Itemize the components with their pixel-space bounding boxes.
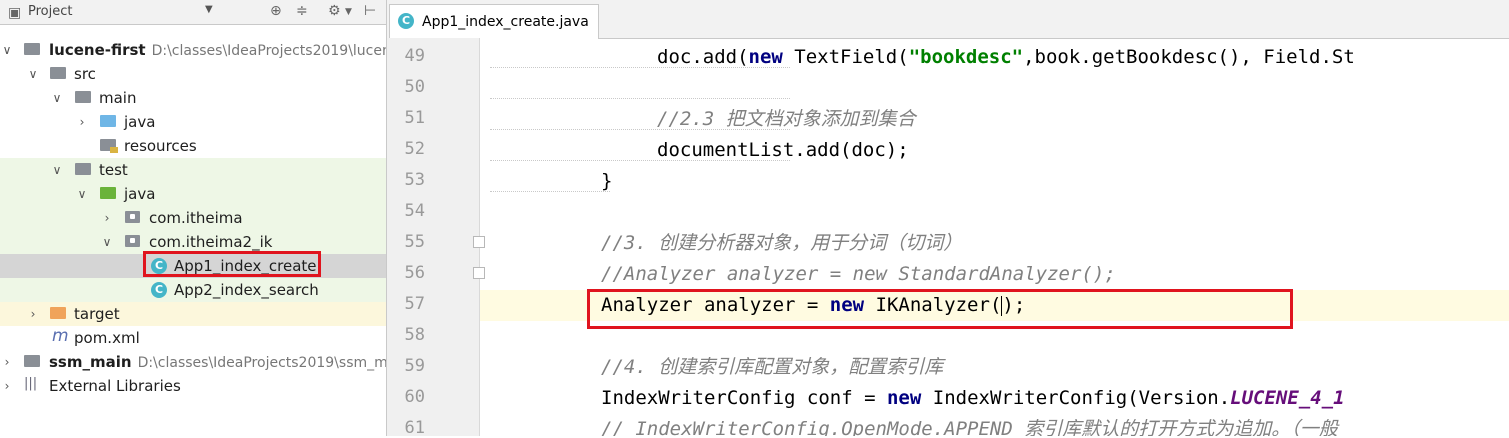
tree-item-label: com.itheima [149,209,243,227]
tree-item-pom-xml[interactable]: m pom.xml [0,326,386,350]
line-number: 60 [404,387,425,407]
code-editor[interactable]: C App1_index_create.java 49 50 51 52 53 … [387,0,1509,438]
chevron-down-icon[interactable]: ▼ [205,4,213,15]
tree-item-target[interactable]: › target [0,302,386,326]
chevron-down-icon[interactable]: ∨ [26,62,40,86]
java-class-icon: C [151,282,167,298]
tree-item-label: test [99,161,128,179]
module-folder-icon [24,43,40,55]
tree-item-resources[interactable]: resources [0,134,386,158]
code-line: } [480,166,1509,197]
tree-item-label: lucene-first [49,41,146,59]
code-area[interactable]: doc.add(new TextField("bookdesc",book.ge… [480,38,1509,436]
line-number: 55 [404,232,425,252]
tree-item-label: pom.xml [74,329,140,347]
line-number: 51 [404,108,425,128]
line-number-gutter: 49 50 51 52 53 54 55 56 57 58 59 60 61 [387,38,485,438]
chevron-down-icon[interactable]: ∨ [50,158,64,182]
tree-item-path: D:\classes\IdeaProjects2019\ssm_m [137,355,387,371]
project-toolbar: ▣ Project ▼ ⊕ ≑ ⚙ ▼ ⊢ [0,0,386,25]
tree-item-path: D:\classes\IdeaProjects2019\lucen [151,43,387,59]
tree-item-label: src [74,65,96,83]
line-number: 61 [404,418,425,438]
editor-tab[interactable]: C App1_index_create.java [389,4,599,39]
tree-item-label: App2_index_search [174,281,319,299]
chevron-down-icon[interactable]: ∨ [0,38,14,62]
code-line: IndexWriterConfig conf = new IndexWriter… [601,387,1345,409]
tree-item-lucene-first[interactable]: ∨ lucene-first D:\classes\IdeaProjects201… [0,38,386,62]
project-panel-title: Project [28,4,73,19]
editor-tab-label: App1_index_create.java [422,14,589,30]
package-icon [125,211,140,223]
folder-icon [75,91,91,103]
chevron-right-icon[interactable]: › [100,206,114,230]
line-number: 54 [404,201,425,221]
chevron-right-icon[interactable]: › [75,110,89,134]
tree-item-label: main [99,89,137,107]
project-panel: ▣ Project ▼ ⊕ ≑ ⚙ ▼ ⊢ ∨ lucene-first D:\c… [0,0,387,436]
test-source-folder-icon [100,187,116,199]
gear-icon[interactable]: ⚙ [328,3,341,19]
source-folder-icon [100,115,116,127]
gear-dropdown-icon[interactable]: ▼ [345,7,352,17]
chevron-right-icon[interactable]: › [26,302,40,326]
library-icon: ||| [24,376,38,391]
tree-item-label: resources [124,137,197,155]
tree-item-label: target [74,305,120,323]
module-folder-icon [24,355,40,367]
java-class-icon: C [398,13,414,29]
line-number: 50 [404,77,425,97]
chevron-down-icon[interactable]: ∨ [50,86,64,110]
tree-item-test[interactable]: ∨ test [0,158,386,182]
tree-item-test-java[interactable]: ∨ java [0,182,386,206]
resources-folder-icon [100,139,118,153]
line-number: 57 [404,294,425,314]
tree-item-label: java [124,185,156,203]
code-line: documentList.add(doc); [480,135,1509,166]
hide-panel-icon[interactable]: ⊢ [364,3,376,19]
code-line: doc.add(new TextField("bookdesc",book.ge… [480,42,1509,73]
tree-item-main-java[interactable]: › java [0,110,386,134]
line-number: 49 [404,46,425,66]
code-line: //2.3 把文档对象添加到集合 [480,104,1509,135]
folder-icon [50,67,66,79]
line-number: 58 [404,325,425,345]
code-line: //4. 创建索引库配置对象，配置索引库 [601,356,944,378]
tree-item-com-itheima[interactable]: › com.itheima [0,206,386,230]
project-panel-icon: ▣ [8,5,22,21]
highlight-box [587,289,1293,329]
tree-item-main[interactable]: ∨ main [0,86,386,110]
locate-icon[interactable]: ⊕ [270,3,282,19]
chevron-down-icon[interactable]: ∨ [75,182,89,206]
tree-item-label: com.itheima2_ik [149,233,273,251]
excluded-folder-icon [50,307,66,319]
package-icon [125,235,140,247]
line-number: 53 [404,170,425,190]
tree-item-external-libraries[interactable]: › ||| External Libraries [0,374,386,398]
tree-item-ssm-main[interactable]: › ssm_main D:\classes\IdeaProjects2019\ss… [0,350,386,374]
highlight-box [143,251,321,277]
editor-tab-bar: C App1_index_create.java [387,0,1509,39]
line-number: 59 [404,356,425,376]
folder-icon [75,163,91,175]
code-line: // IndexWriterConfig.OpenMode.APPEND 索引库… [601,418,1338,436]
chevron-right-icon[interactable]: › [0,374,14,398]
collapse-all-icon[interactable]: ≑ [296,3,308,19]
tree-item-label: java [124,113,156,131]
tree-item-app2-index-search[interactable]: C App2_index_search [0,278,386,302]
chevron-down-icon[interactable]: ∨ [100,230,114,254]
code-line: //Analyzer analyzer = new StandardAnalyz… [601,263,1116,285]
tree-item-label: External Libraries [49,377,181,395]
maven-icon: m [52,326,69,346]
code-line [480,73,1509,104]
chevron-right-icon[interactable]: › [0,350,14,374]
line-number: 52 [404,139,425,159]
tree-item-src[interactable]: ∨ src [0,62,386,86]
code-line: //3. 创建分析器对象，用于分词（切词） [601,232,963,254]
tree-item-label: ssm_main [49,353,132,371]
line-number: 56 [404,263,425,283]
